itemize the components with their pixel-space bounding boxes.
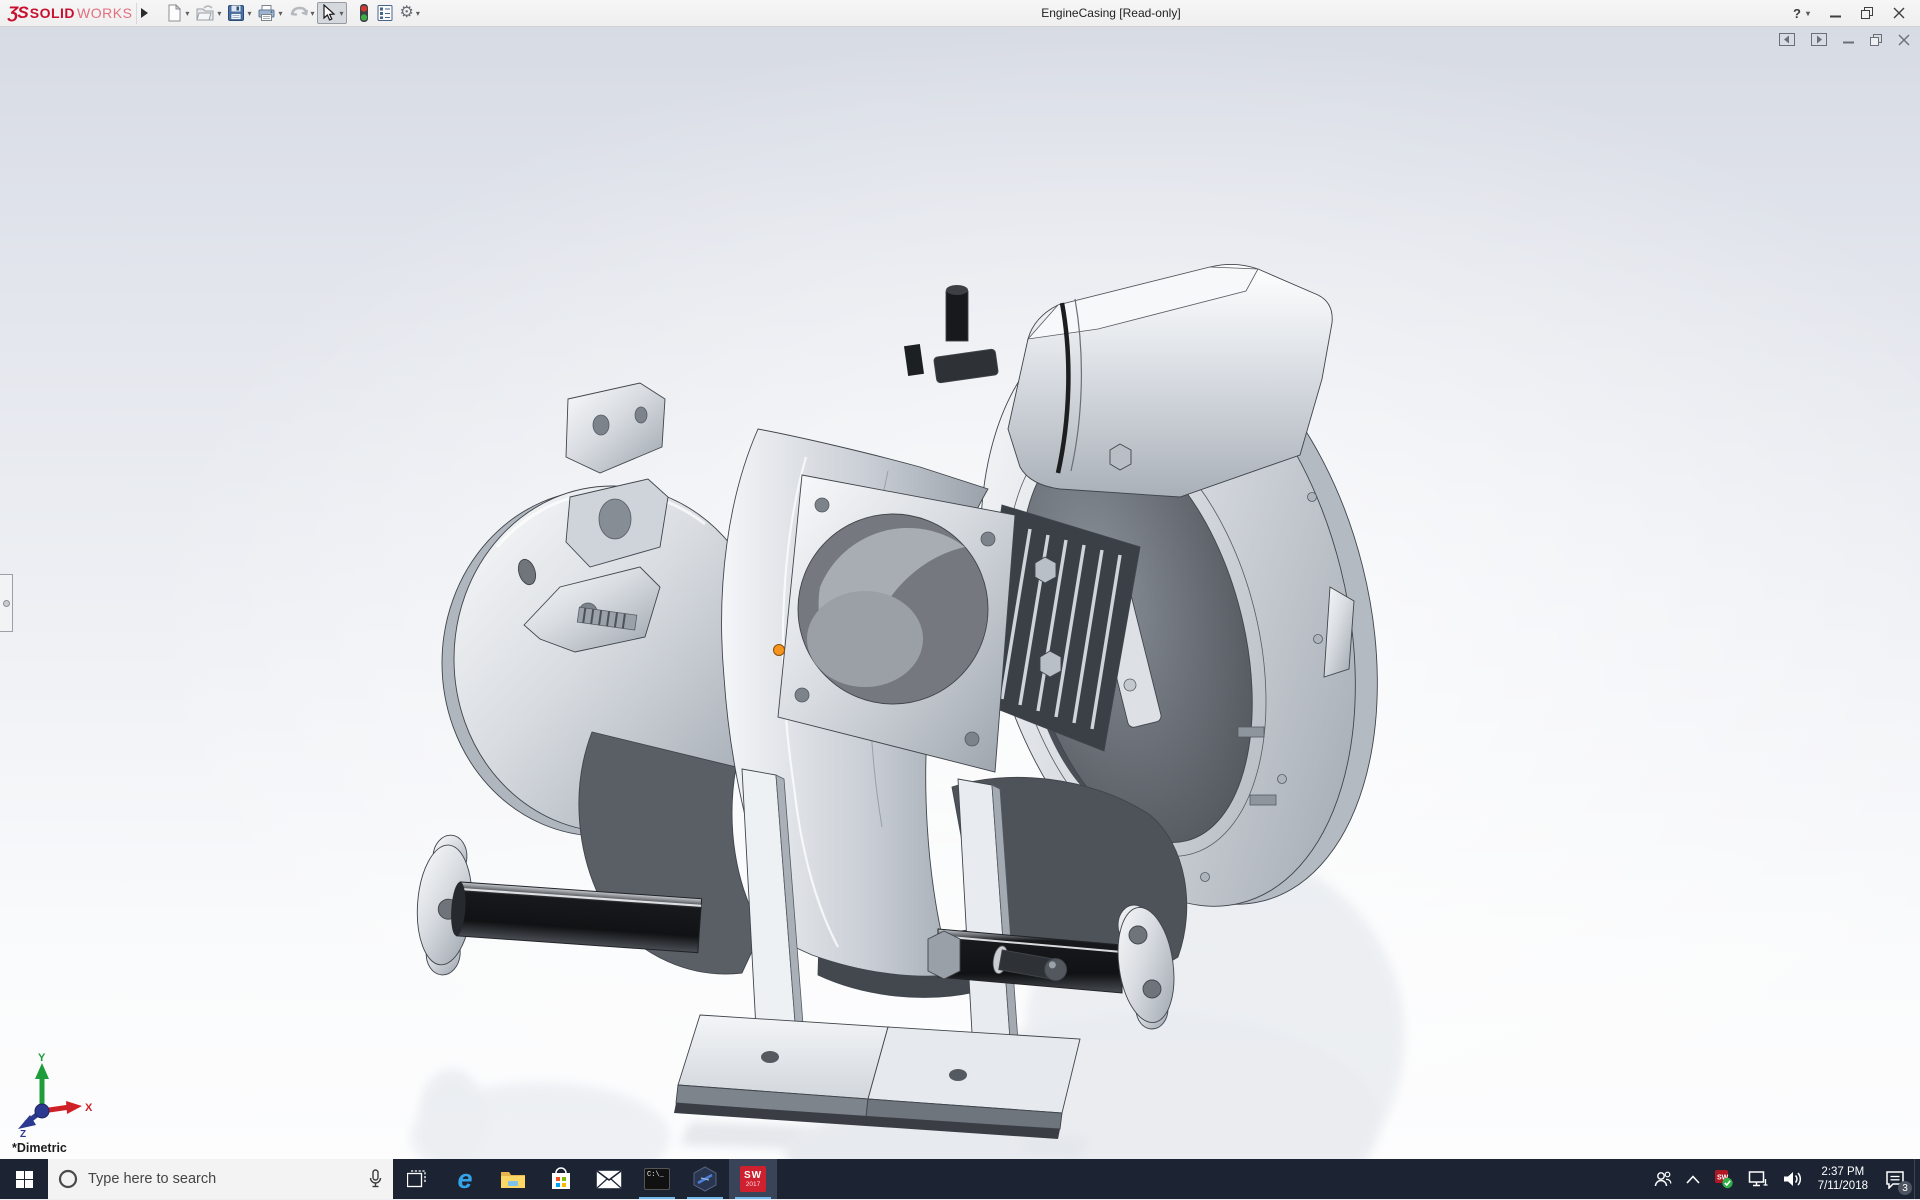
taskbar-app-file-explorer[interactable] xyxy=(489,1159,537,1199)
open-button[interactable]: ▾ xyxy=(192,2,224,24)
edge-icon: e xyxy=(457,1166,472,1193)
speaker-icon xyxy=(1783,1170,1803,1188)
network-tray-button[interactable] xyxy=(1741,1159,1776,1199)
system-tray: SW 2:37 PM 7/11/2018 3 xyxy=(1647,1159,1920,1199)
tray-date: 7/11/2018 xyxy=(1818,1179,1868,1193)
solidworks-status-tray[interactable]: SW xyxy=(1707,1159,1741,1199)
graphics-viewport[interactable]: .o{stroke:#40454c;stroke-width:.9;} .o2{… xyxy=(0,27,1920,1159)
triad-x-label: X xyxy=(85,1102,93,1114)
file-properties-button[interactable] xyxy=(373,2,397,24)
open-dropdown-icon[interactable]: ▾ xyxy=(217,9,221,18)
new-document-icon xyxy=(165,4,183,22)
file-properties-icon xyxy=(376,4,394,22)
search-placeholder: Type here to search xyxy=(88,1171,358,1187)
print-dropdown-icon[interactable]: ▾ xyxy=(278,9,282,18)
window-controls: ?▾ xyxy=(1793,6,1914,21)
rebuild-traffic-light-icon xyxy=(358,3,370,23)
store-icon xyxy=(549,1167,573,1191)
taskbar-app-store[interactable] xyxy=(537,1159,585,1199)
restore-button[interactable] xyxy=(1860,6,1874,20)
undo-icon xyxy=(288,5,308,21)
solidworks-mark-icon: ƷS xyxy=(8,3,28,23)
running-indicator xyxy=(687,1197,723,1199)
start-button[interactable] xyxy=(0,1159,48,1199)
rebuild-button[interactable] xyxy=(355,2,373,24)
taskbar-app-command-prompt[interactable]: C:\_ xyxy=(633,1159,681,1199)
title-bar: ƷS SOLIDWORKS ▾ ▾ ▾ ▾ ▾ xyxy=(0,0,1920,27)
active-indicator xyxy=(735,1197,771,1199)
help-button[interactable]: ?▾ xyxy=(1793,6,1810,21)
hexagon-app-icon xyxy=(692,1166,718,1192)
action-center-button[interactable]: 3 xyxy=(1876,1159,1914,1199)
options-dropdown-icon[interactable]: ▾ xyxy=(416,9,420,18)
tray-overflow-button[interactable] xyxy=(1679,1159,1707,1199)
gear-icon: ⚙ xyxy=(400,5,414,21)
close-button[interactable] xyxy=(1892,6,1906,20)
solidworks-logo: ƷS SOLIDWORKS xyxy=(8,3,132,23)
top-stud xyxy=(904,285,999,383)
print-button[interactable]: ▾ xyxy=(254,2,285,24)
taskbar-app-solidworks[interactable]: SW 2017 xyxy=(729,1159,777,1199)
minimize-icon xyxy=(1830,8,1841,19)
windows-taskbar: Type here to search e C:\_ SW 2017 xyxy=(0,1159,1920,1199)
view-orientation-label: *Dimetric xyxy=(12,1141,67,1155)
selection-point-marker xyxy=(774,645,785,656)
select-dropdown-icon[interactable]: ▾ xyxy=(339,9,343,18)
open-icon xyxy=(195,4,215,22)
solidworks-2017-icon: SW 2017 xyxy=(740,1166,766,1192)
help-dropdown-icon[interactable]: ▾ xyxy=(1806,9,1810,18)
volume-tray-button[interactable] xyxy=(1776,1159,1810,1199)
orientation-triad: Y X Z xyxy=(8,1051,94,1137)
network-icon xyxy=(1748,1170,1769,1188)
mail-icon xyxy=(596,1170,622,1189)
notification-badge: 3 xyxy=(1898,1181,1912,1195)
cortana-icon xyxy=(58,1169,78,1189)
print-icon xyxy=(257,4,276,22)
save-icon xyxy=(227,4,245,22)
task-view-button[interactable] xyxy=(393,1159,441,1199)
quick-access-toolbar: ▾ ▾ ▾ ▾ ▾ ▾ xyxy=(162,2,428,24)
select-tool-button[interactable]: ▾ xyxy=(317,2,346,24)
taskbar-app-hexagon[interactable] xyxy=(681,1159,729,1199)
undo-button[interactable]: ▾ xyxy=(285,2,317,24)
show-desktop-button[interactable] xyxy=(1914,1159,1920,1199)
minimize-button[interactable] xyxy=(1828,6,1842,20)
triad-y-label: Y xyxy=(38,1052,46,1064)
taskbar-app-edge[interactable]: e xyxy=(441,1159,489,1199)
tray-time: 2:37 PM xyxy=(1821,1165,1864,1179)
microphone-icon[interactable] xyxy=(368,1169,383,1189)
people-button[interactable] xyxy=(1647,1159,1679,1199)
new-dropdown-icon[interactable]: ▾ xyxy=(185,9,189,18)
command-prompt-icon: C:\_ xyxy=(644,1168,670,1190)
windows-logo-icon xyxy=(16,1171,33,1188)
task-view-icon xyxy=(407,1170,427,1188)
save-dropdown-icon[interactable]: ▾ xyxy=(247,9,251,18)
select-cursor-icon xyxy=(320,4,337,22)
restore-icon xyxy=(1861,7,1873,19)
taskbar-app-mail[interactable] xyxy=(585,1159,633,1199)
window-title: EngineCasing [Read-only] xyxy=(429,6,1793,20)
menu-flyout-button[interactable] xyxy=(136,3,152,24)
file-explorer-icon xyxy=(500,1168,526,1190)
save-button[interactable]: ▾ xyxy=(224,2,254,24)
chevron-up-icon xyxy=(1686,1175,1700,1184)
people-icon xyxy=(1654,1170,1672,1188)
undo-dropdown-icon[interactable]: ▾ xyxy=(310,9,314,18)
taskbar-search-input[interactable]: Type here to search xyxy=(48,1159,393,1199)
triad-z-label: Z xyxy=(20,1129,26,1137)
new-document-button[interactable]: ▾ xyxy=(162,2,192,24)
running-indicator xyxy=(639,1197,675,1199)
engine-casing-model[interactable]: .o{stroke:#40454c;stroke-width:.9;} .o2{… xyxy=(0,27,1920,1159)
close-icon xyxy=(1893,7,1905,19)
options-button[interactable]: ⚙ ▾ xyxy=(397,2,423,24)
solidworks-check-icon: SW xyxy=(1714,1169,1734,1189)
taskbar-clock[interactable]: 2:37 PM 7/11/2018 xyxy=(1810,1159,1876,1199)
flyout-arrow-icon xyxy=(141,8,148,18)
